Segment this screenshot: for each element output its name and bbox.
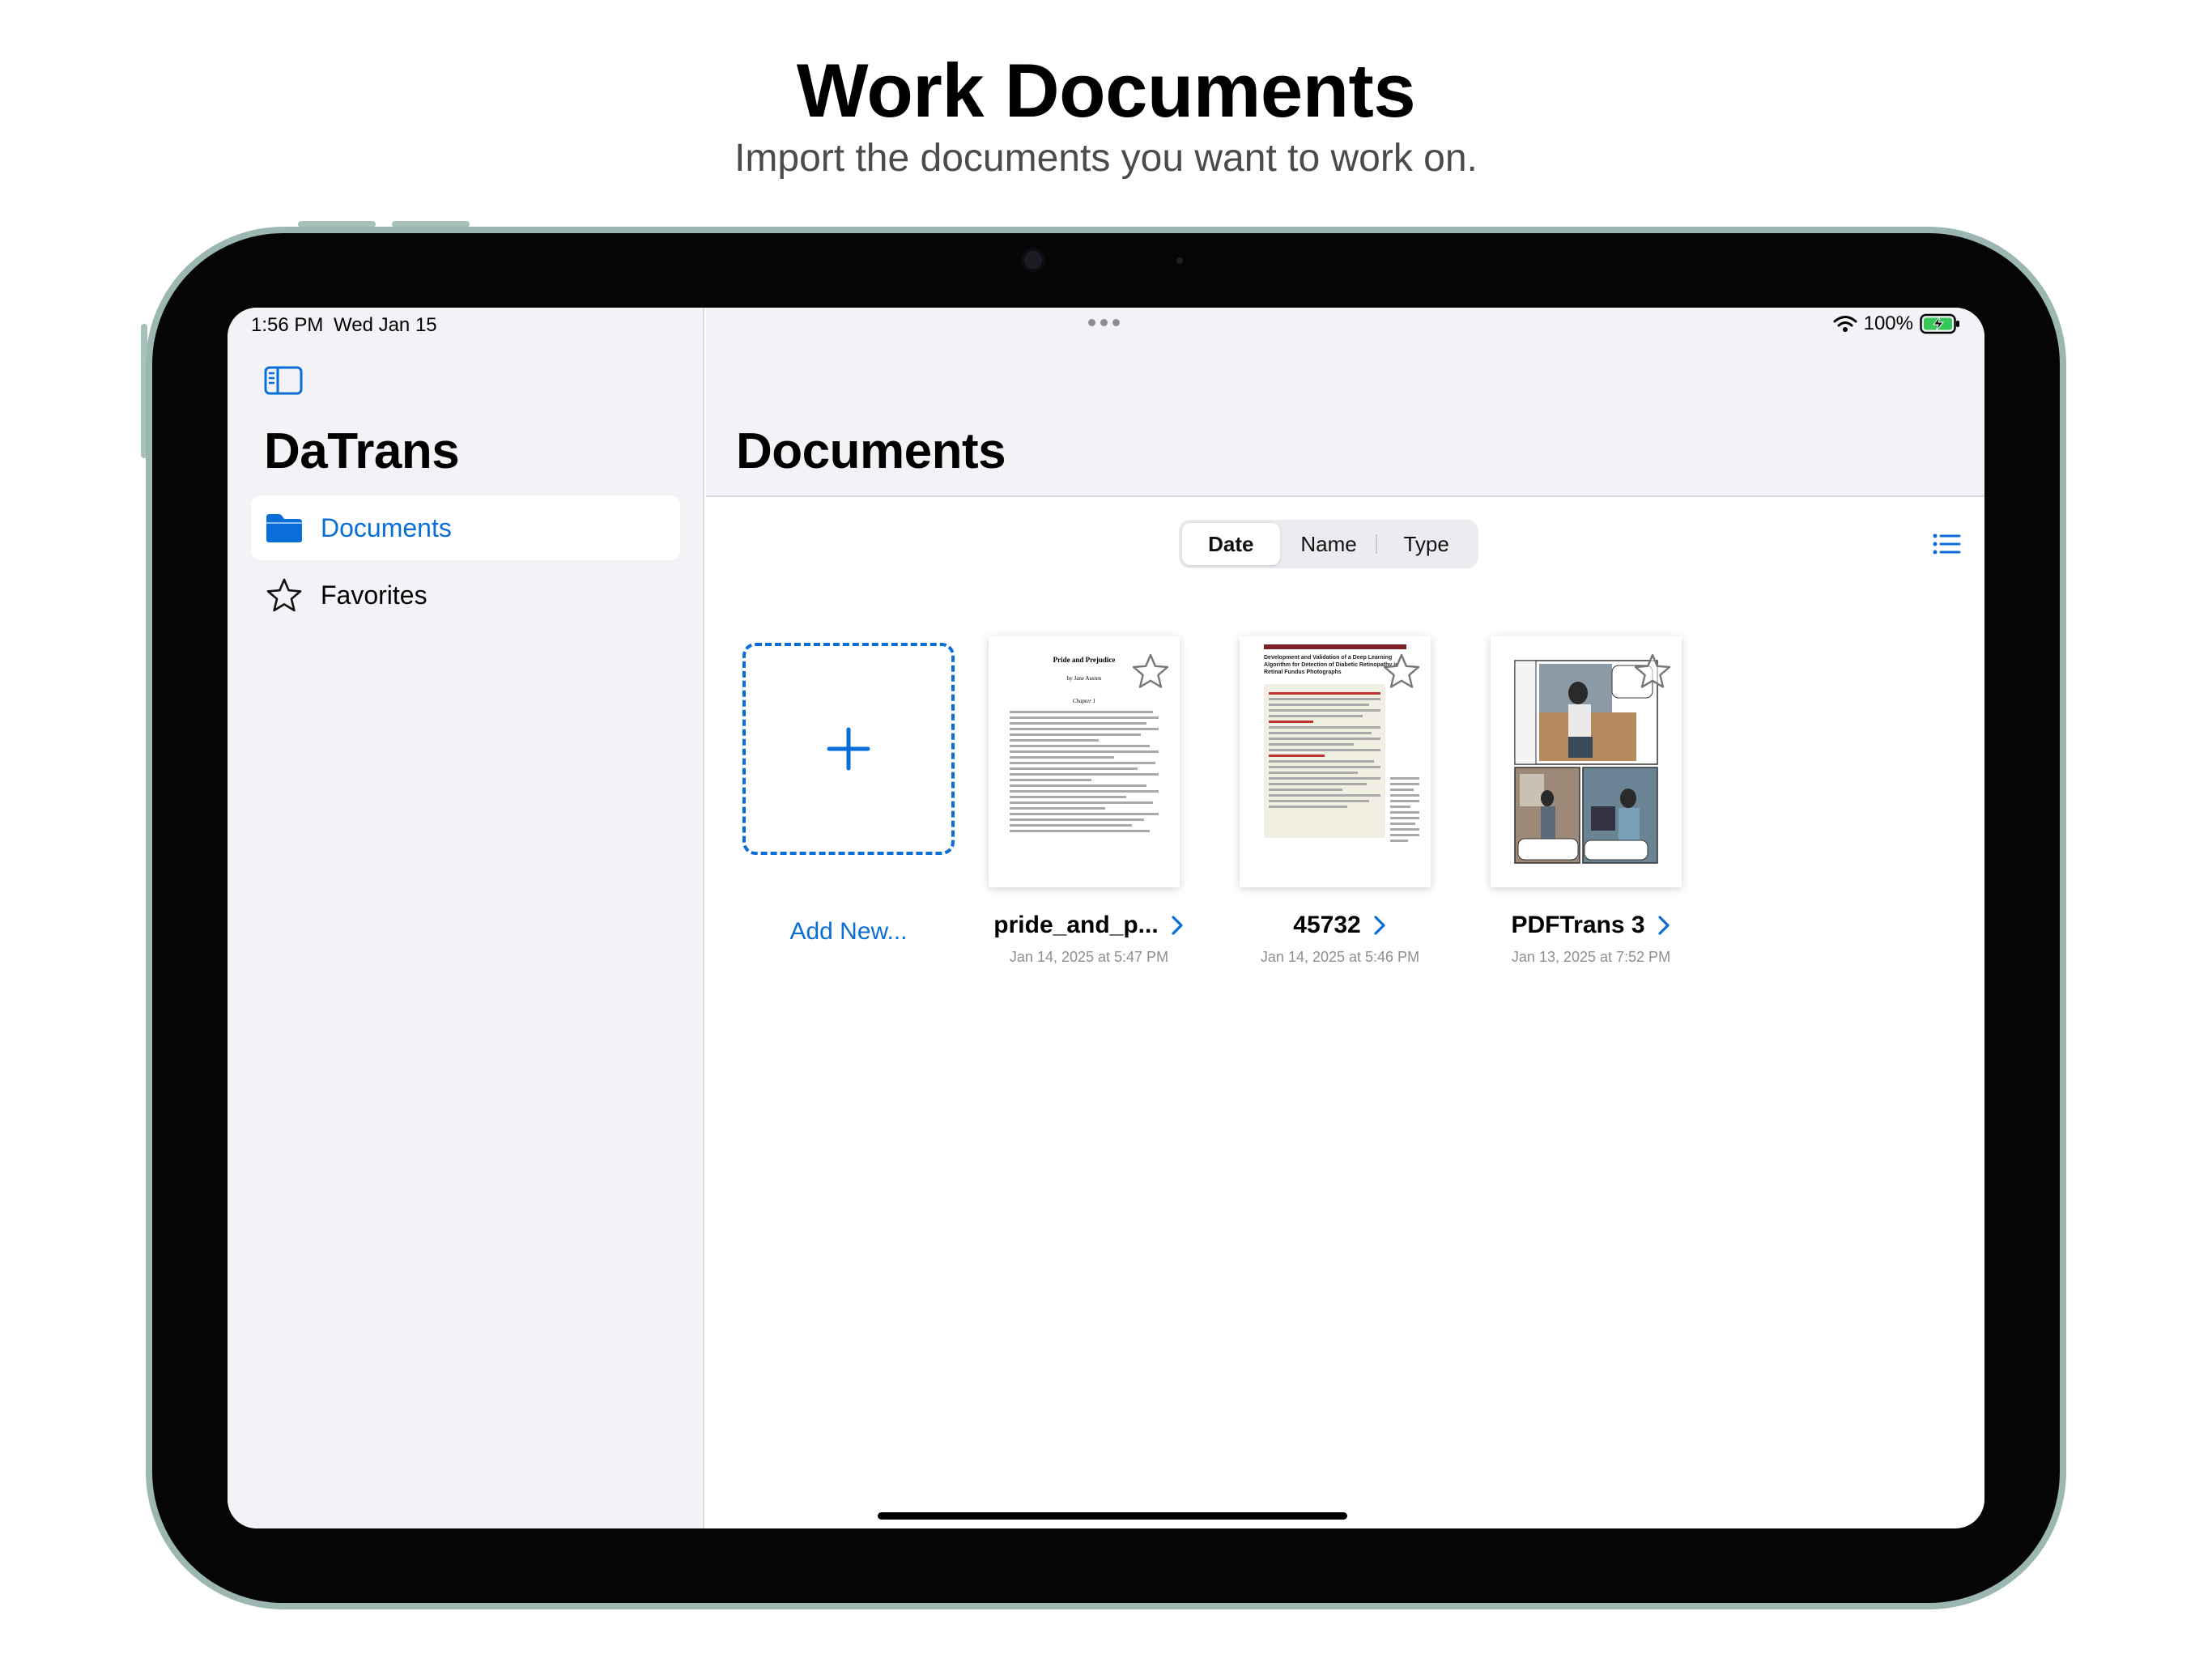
- document-date: Jan 13, 2025 at 7:52 PM: [1511, 949, 1671, 965]
- document-name: 45732: [1293, 912, 1361, 938]
- status-time: 1:56 PM: [251, 314, 324, 336]
- document-title-row[interactable]: PDFTrans 3: [1481, 912, 1701, 939]
- sort-type-segment[interactable]: Type: [1377, 523, 1475, 565]
- hero-subtitle: Import the documents you want to work on…: [734, 137, 1478, 180]
- main-content: Documents Date Name Type Add New... Prid…: [706, 308, 1984, 1528]
- plus-icon: [827, 727, 870, 771]
- segment-label: Name: [1300, 531, 1357, 556]
- favorite-star-icon[interactable]: [1382, 653, 1421, 690]
- favorite-star-icon[interactable]: [1633, 653, 1672, 690]
- sidebar-item-label: Favorites: [321, 580, 428, 610]
- document-thumbnail[interactable]: [1491, 636, 1682, 887]
- sort-name-segment[interactable]: Name: [1280, 523, 1378, 565]
- thumb-body-text: [1010, 711, 1159, 832]
- wifi-icon: [1833, 316, 1857, 332]
- sidebar-item-documents[interactable]: Documents: [251, 495, 680, 560]
- battery-charging-icon: [1920, 313, 1959, 334]
- document-title-row[interactable]: 45732: [1230, 912, 1450, 939]
- document-name: PDFTrans 3: [1511, 912, 1645, 938]
- sidebar-item-favorites[interactable]: Favorites: [251, 563, 680, 627]
- ipad-screen: DaTrans Documents Favorites Documents Da…: [228, 308, 1984, 1528]
- status-indicators: 100%: [1833, 312, 1960, 335]
- document-name: pride_and_p...: [993, 912, 1159, 938]
- thumb-chapter: Chapter 1: [1072, 698, 1096, 704]
- sidebar-toggle-icon[interactable]: [264, 366, 303, 395]
- home-indicator: [878, 1512, 1347, 1520]
- sidebar-item-label: Documents: [321, 512, 452, 542]
- document-date: Jan 14, 2025 at 5:47 PM: [1009, 949, 1169, 965]
- hero-title: Work Documents: [796, 48, 1416, 133]
- list-view-icon[interactable]: [1929, 526, 1964, 562]
- chevron-right-icon: [1172, 916, 1183, 935]
- sort-date-segment[interactable]: Date: [1182, 523, 1280, 565]
- chevron-right-icon: [1374, 916, 1385, 935]
- ambient-sensor: [1176, 257, 1183, 264]
- star-icon: [264, 577, 304, 613]
- thumb-abstract: [1264, 684, 1385, 838]
- multitasking-dots-icon[interactable]: [1088, 319, 1120, 326]
- add-document-button[interactable]: [742, 643, 955, 855]
- favorite-star-icon[interactable]: [1131, 653, 1170, 690]
- sort-segmented-control: Date Name Type: [1179, 520, 1478, 568]
- segment-label: Type: [1403, 531, 1449, 556]
- document-thumbnail[interactable]: Pride and Prejudice by Jane Austen Chapt…: [989, 636, 1180, 887]
- chevron-right-icon: [1657, 916, 1670, 935]
- battery-percentage: 100%: [1863, 312, 1913, 334]
- sidebar: DaTrans Documents Favorites: [228, 308, 704, 1528]
- document-thumbnail[interactable]: Development and Validation of a Deep Lea…: [1240, 636, 1431, 887]
- app-title: DaTrans: [264, 423, 460, 479]
- thumb-side-column: [1390, 774, 1419, 845]
- add-new-label[interactable]: Add New...: [742, 918, 955, 946]
- status-date: Wed Jan 15: [334, 314, 437, 336]
- page-title: Documents: [736, 423, 1006, 479]
- front-camera: [1021, 248, 1045, 272]
- document-title-row[interactable]: pride_and_p...: [979, 912, 1199, 939]
- folder-icon: [264, 510, 304, 546]
- status-bar: 1:56 PM Wed Jan 15 100%: [228, 308, 1984, 356]
- segment-label: Date: [1208, 531, 1254, 556]
- document-date: Jan 14, 2025 at 5:46 PM: [1260, 949, 1420, 965]
